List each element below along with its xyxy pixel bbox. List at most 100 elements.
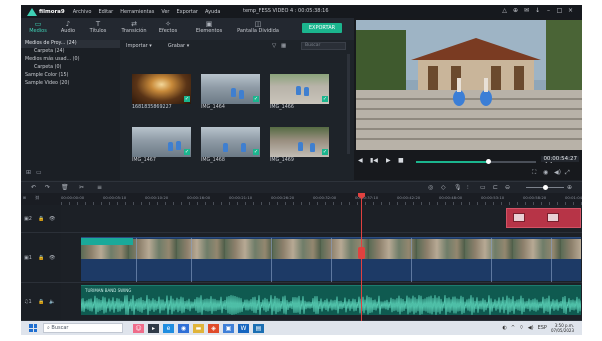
- timeline-playhead[interactable]: [358, 193, 365, 321]
- overlay-lane: [61, 205, 582, 233]
- tab-audio[interactable]: ♪ Audio: [53, 20, 83, 34]
- preview-progress-handle[interactable]: [486, 159, 491, 164]
- marker-icon[interactable]: ◇: [441, 184, 446, 191]
- overlay-clip[interactable]: [506, 208, 581, 228]
- edge-icon[interactable]: e: [163, 323, 174, 333]
- language-indicator[interactable]: ESP: [538, 325, 547, 331]
- menu-editar[interactable]: Editar: [98, 9, 113, 15]
- tab-medios[interactable]: ▭ Medios: [23, 20, 53, 34]
- download-icon[interactable]: ↓: [532, 7, 543, 14]
- fullscreen-icon[interactable]: ⛶: [532, 169, 543, 177]
- eye-icon[interactable]: 👁: [49, 216, 55, 222]
- menu-ver[interactable]: Ver: [161, 9, 169, 15]
- library-item-folder-2[interactable]: Carpeta (0): [21, 64, 120, 72]
- subtitle-icon[interactable]: ▭: [480, 184, 486, 191]
- teams-icon[interactable]: ▤: [253, 323, 264, 333]
- folder-icon[interactable]: ▭: [36, 169, 46, 176]
- zoom-in-icon[interactable]: ⊕: [567, 184, 572, 191]
- task-view-icon[interactable]: ▸: [148, 323, 159, 333]
- chrome-icon[interactable]: ◉: [178, 323, 189, 333]
- tab-efectos[interactable]: ✧ Efectos: [153, 20, 183, 34]
- tab-elementos[interactable]: ▣ Elementos: [191, 20, 227, 34]
- maximize-icon[interactable]: □: [554, 7, 565, 14]
- tab-titulos[interactable]: T Títulos: [83, 20, 113, 34]
- volume-icon[interactable]: ◀): [554, 169, 565, 177]
- snapshot-icon[interactable]: ◉: [543, 169, 554, 177]
- wifi-icon[interactable]: ⌔: [519, 325, 524, 331]
- add-track-icon[interactable]: ⊞: [23, 195, 26, 200]
- volume-tray-icon[interactable]: ◀): [528, 325, 534, 331]
- record-dropdown[interactable]: Grabar ▾: [168, 43, 189, 49]
- new-folder-icon[interactable]: ⊞: [26, 169, 36, 176]
- media-item[interactable]: ✓ 1681835869227: [132, 74, 191, 112]
- mic-icon[interactable]: 🎙: [454, 184, 462, 191]
- timeline-ruler[interactable]: ⊞ ⛓ 00:00:00:00 00:00:05:10 00:00:10:20 00:…: [21, 193, 582, 205]
- media-item[interactable]: ✓ IMG_1466: [270, 74, 329, 112]
- menu-ayuda[interactable]: Ayuda: [205, 9, 220, 15]
- library-item-most-used[interactable]: Medios más usad... (0): [21, 56, 120, 64]
- media-item[interactable]: ✓ IMG_1467: [132, 127, 191, 165]
- media-item[interactable]: ✓ IMG_1464: [201, 74, 260, 112]
- account-icon[interactable]: ⊕: [510, 7, 521, 14]
- play-icon[interactable]: ▶: [386, 157, 391, 164]
- stop-icon[interactable]: ■: [398, 157, 404, 164]
- library-item-sample-video[interactable]: Sample Video (20): [21, 80, 120, 88]
- preview-tools: ⛶ ◉ ◀) ⤢: [532, 169, 576, 177]
- adjust-icon[interactable]: ≡: [97, 184, 102, 191]
- render-icon[interactable]: ◎: [428, 184, 433, 191]
- mixer-icon[interactable]: ⫶: [467, 184, 469, 192]
- menu-herramientas[interactable]: Herramientas: [120, 9, 154, 15]
- cut-icon[interactable]: ✂: [79, 184, 84, 191]
- media-item[interactable]: ✓ IMG_1468: [201, 127, 260, 165]
- redo-icon[interactable]: ↷: [45, 184, 50, 191]
- weather-icon[interactable]: ◐: [503, 325, 507, 331]
- previous-frame-icon[interactable]: ◀: [358, 157, 363, 164]
- resize-icon[interactable]: ⤢: [565, 169, 576, 177]
- eye-icon[interactable]: 👁: [49, 255, 55, 261]
- taskbar-search-input[interactable]: ⌕ Buscar: [43, 323, 123, 333]
- illustration-app-icon[interactable]: ☺: [133, 323, 144, 333]
- menu-archivo[interactable]: Archivo: [73, 9, 92, 15]
- menu-exportar[interactable]: Exportar: [176, 9, 198, 15]
- word-icon[interactable]: W: [238, 323, 249, 333]
- video-clip[interactable]: [81, 237, 581, 282]
- file-explorer-icon[interactable]: ▬: [193, 323, 204, 333]
- lock-icon[interactable]: 🔒: [38, 255, 44, 261]
- media-search-input[interactable]: Buscar: [301, 42, 346, 50]
- step-back-icon[interactable]: ▮◀: [370, 157, 378, 164]
- windows-start-icon[interactable]: [29, 324, 37, 332]
- zoom-handle[interactable]: [543, 185, 548, 190]
- checkmark-icon: ✓: [184, 149, 190, 155]
- speaker-icon[interactable]: 🔈: [49, 299, 55, 305]
- audio-clip[interactable]: TURIMAN BAND SWING: [81, 285, 581, 315]
- library-item-sample-color[interactable]: Sample Color (15): [21, 72, 120, 80]
- library-item-project-media[interactable]: Medios de Proy... (24): [21, 40, 120, 48]
- snap-icon[interactable]: ⊏: [493, 184, 498, 191]
- zoom-out-icon[interactable]: ⊖: [505, 184, 510, 191]
- minimize-icon[interactable]: –: [543, 7, 554, 14]
- notification-icon[interactable]: △: [499, 7, 510, 14]
- tab-pantalla-dividida[interactable]: ◫ Pantalla Dividida: [233, 20, 283, 34]
- photos-icon[interactable]: ▣: [223, 323, 234, 333]
- link-icon[interactable]: ⛓: [35, 195, 40, 200]
- import-dropdown[interactable]: Importar ▾: [126, 43, 152, 49]
- delete-icon[interactable]: 🗑: [61, 184, 69, 191]
- library-item-folder[interactable]: Carpeta (24): [21, 48, 120, 56]
- taskbar-clock[interactable]: 3:50 p.m. 07/05/2023: [551, 323, 574, 333]
- filter-icon[interactable]: ▽: [272, 43, 281, 49]
- office-icon[interactable]: ◈: [208, 323, 219, 333]
- close-icon[interactable]: ×: [565, 7, 576, 14]
- preview-scene: [356, 20, 582, 150]
- tab-transicion[interactable]: ⇄ Transición: [119, 20, 149, 34]
- zoom-slider[interactable]: [526, 185, 564, 190]
- mail-icon[interactable]: ✉: [521, 7, 532, 14]
- lock-icon[interactable]: 🔒: [38, 216, 44, 222]
- grid-view-icon[interactable]: ▦: [281, 43, 290, 49]
- undo-icon[interactable]: ↶: [31, 184, 36, 191]
- preview-progress-bar[interactable]: [416, 159, 536, 164]
- lock-icon[interactable]: 🔒: [38, 299, 44, 305]
- media-item[interactable]: ✓ IMG_1469: [270, 127, 329, 165]
- chevron-up-icon[interactable]: ^: [511, 325, 515, 331]
- media-grid-scrollbar[interactable]: [347, 54, 350, 154]
- export-button[interactable]: EXPORTAR: [302, 23, 342, 33]
